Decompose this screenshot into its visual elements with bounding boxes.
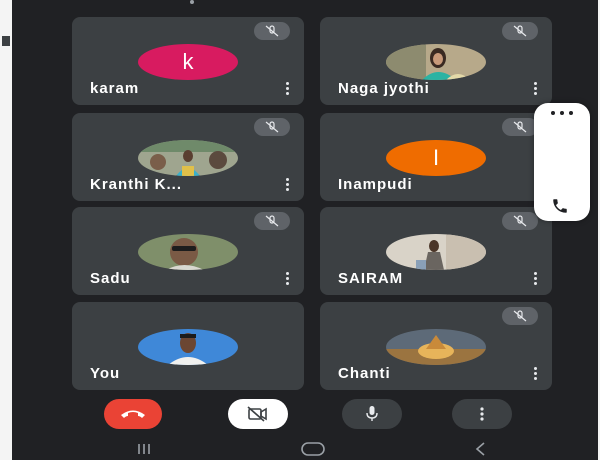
more-options-icon[interactable] <box>286 82 290 95</box>
mic-muted-icon <box>502 307 538 325</box>
participant-tile-sadu[interactable]: Sadu <box>72 207 304 295</box>
participant-tile-naga-jyothi[interactable]: Naga jyothi <box>320 17 552 105</box>
mic-muted-icon <box>502 118 538 136</box>
avatar-photo <box>138 329 238 365</box>
mic-muted-icon <box>254 212 290 230</box>
more-options-icon[interactable] <box>534 367 538 380</box>
edge-mark <box>2 36 10 46</box>
avatar-photo <box>386 234 486 270</box>
mic-muted-icon <box>502 212 538 230</box>
avatar: k <box>138 44 238 80</box>
status-dot <box>190 0 194 4</box>
participant-tile-you[interactable]: You <box>72 302 304 390</box>
avatar-letter: I <box>432 145 440 170</box>
camera-toggle-button[interactable] <box>228 399 288 429</box>
phone-icon[interactable] <box>551 197 569 220</box>
phone-hangup-icon <box>121 410 145 418</box>
more-options-icon[interactable] <box>286 272 290 285</box>
more-options-icon[interactable] <box>534 272 538 285</box>
participant-name: Sadu <box>90 270 131 287</box>
more-options-button[interactable] <box>452 399 512 429</box>
participant-name: Naga jyothi <box>338 80 430 97</box>
microphone-button[interactable] <box>342 399 402 429</box>
end-call-button[interactable] <box>104 399 162 429</box>
avatar-photo <box>138 234 238 270</box>
mic-muted-icon <box>254 118 290 136</box>
avatar-photo <box>386 44 486 80</box>
home-icon[interactable] <box>300 442 326 460</box>
camera-off-icon <box>247 406 267 422</box>
participant-name: SAIRAM <box>338 270 404 287</box>
participant-name: You <box>90 365 121 382</box>
participant-tile-karam[interactable]: k karam <box>72 17 304 105</box>
left-edge-background <box>0 0 12 460</box>
meeting-screen: k karam Naga jyothi Kranthi K... I Inamp… <box>12 0 598 460</box>
participant-tile-inampudi[interactable]: I Inampudi <box>320 113 552 201</box>
participant-name: Kranthi K... <box>90 176 183 193</box>
participant-name: karam <box>90 80 140 97</box>
more-options-icon[interactable] <box>286 178 290 191</box>
participant-tile-chanti[interactable]: Chanti <box>320 302 552 390</box>
participant-grid: k karam Naga jyothi Kranthi K... I Inamp… <box>72 17 552 390</box>
more-vertical-icon <box>480 407 484 421</box>
microphone-icon <box>366 406 378 421</box>
mic-muted-icon <box>254 22 290 40</box>
avatar-photo <box>138 140 238 176</box>
participant-name: Inampudi <box>338 176 413 193</box>
more-horizontal-icon[interactable] <box>551 111 573 115</box>
back-icon[interactable] <box>474 442 486 460</box>
avatar: I <box>386 140 486 176</box>
avatar-photo <box>386 329 486 365</box>
system-nav-bar <box>12 436 598 460</box>
participant-tile-sairam[interactable]: SAIRAM <box>320 207 552 295</box>
call-controls <box>12 393 598 433</box>
mic-muted-icon <box>502 22 538 40</box>
recents-icon[interactable] <box>136 442 152 460</box>
avatar-letter: k <box>182 49 194 74</box>
floating-call-panel[interactable] <box>534 103 590 221</box>
participant-name: Chanti <box>338 365 391 382</box>
participant-tile-kranthi[interactable]: Kranthi K... <box>72 113 304 201</box>
more-options-icon[interactable] <box>534 82 538 95</box>
